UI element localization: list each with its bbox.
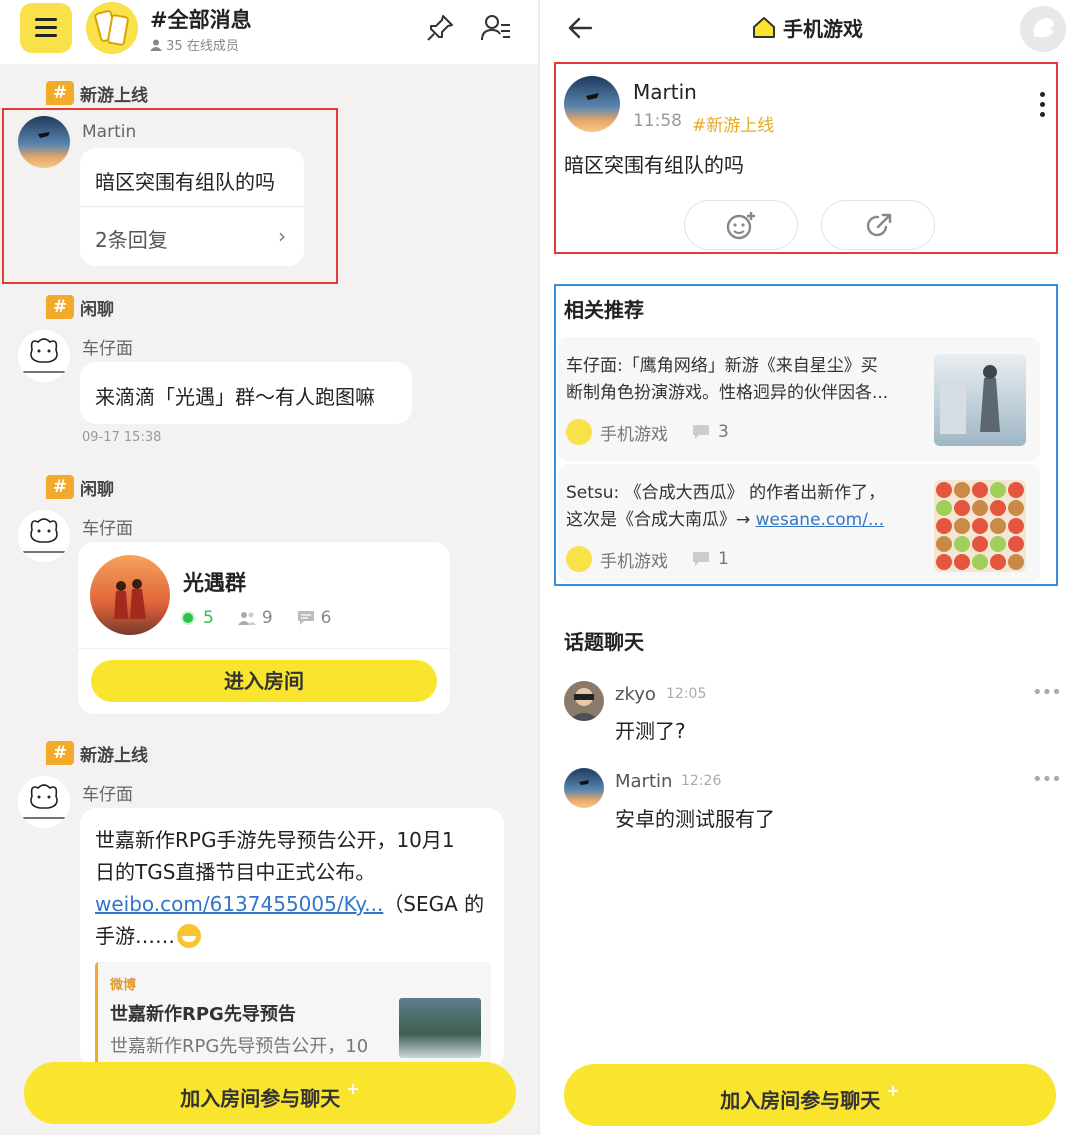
- weibo-link[interactable]: weibo.com/6137455005/Ky...: [95, 892, 383, 916]
- chat-list-pane: #全部消息 35 在线成员 # 新游上线 Martin 暗区突围有组队的吗 2条…: [0, 0, 538, 1135]
- share-icon: [866, 213, 892, 237]
- add-reaction-button[interactable]: [684, 200, 798, 250]
- emoji-add-icon: [726, 212, 755, 240]
- sender-name: 车仔面: [82, 519, 133, 539]
- avatar[interactable]: [564, 768, 604, 808]
- message-bubble[interactable]: 来滴滴「光遇」群～有人跑图嘛: [80, 362, 412, 424]
- post-topic-tag[interactable]: #新游上线: [692, 111, 774, 136]
- hash-icon: #: [46, 741, 74, 765]
- online-count: 35 在线成员: [150, 35, 239, 54]
- menu-button[interactable]: [20, 3, 72, 53]
- comment-icon: [693, 425, 709, 439]
- bird-icon: [1033, 18, 1054, 38]
- page-title: 手机游戏: [783, 17, 863, 41]
- related-item-thumbnail: [934, 480, 1026, 572]
- message-bubble[interactable]: 暗区突围有组队的吗 2条回复 ›: [80, 148, 304, 266]
- topic-tag[interactable]: # 新游上线: [46, 740, 148, 766]
- comment-icon: [693, 552, 709, 566]
- avatar[interactable]: [564, 681, 604, 721]
- sender-name: 车仔面: [82, 785, 133, 805]
- wesane-link[interactable]: wesane.com/...: [756, 510, 885, 530]
- topic-tag[interactable]: # 闲聊: [46, 474, 114, 500]
- room-avatar: [90, 555, 170, 635]
- members-icon[interactable]: [480, 12, 512, 44]
- chat-time: 12:05: [666, 686, 707, 702]
- chat-sender-name: Martin: [615, 771, 673, 792]
- topic-chat-title: 话题聊天: [564, 630, 644, 654]
- message-text: 来滴滴「光遇」群～有人跑图嘛: [95, 385, 375, 409]
- post-author: Martin: [633, 80, 697, 104]
- group-avatar[interactable]: [86, 2, 138, 54]
- chevron-right-icon: ›: [278, 224, 286, 248]
- more-horizontal-icon[interactable]: •••: [1032, 682, 1062, 703]
- quote-title: 世嘉新作RPG先导预告: [110, 1004, 296, 1025]
- related-item[interactable]: Setsu: 《合成大西瓜》 的作者出新作了， 这次是《合成大南瓜》→ wesa…: [558, 464, 1040, 582]
- avatar[interactable]: [18, 510, 70, 562]
- user-icon: [150, 39, 162, 51]
- more-horizontal-icon[interactable]: •••: [1032, 769, 1062, 790]
- hash-icon: #: [46, 81, 74, 105]
- related-item-text: 车仔面:「鹰角网络」新游《来自星尘》买 断制角色扮演游戏。性格迥异的伙伴因各..…: [566, 356, 889, 403]
- replies-link[interactable]: 2条回复 ›: [95, 224, 290, 252]
- join-chat-button[interactable]: 加入房间参与聊天 +: [564, 1064, 1056, 1126]
- sender-name: 车仔面: [82, 339, 133, 359]
- related-item-thumbnail: [934, 354, 1026, 446]
- group-avatar: [566, 419, 592, 445]
- mascot-avatar[interactable]: [1020, 6, 1066, 52]
- avatar[interactable]: [18, 330, 70, 382]
- related-item-meta: 手机游戏 1: [566, 544, 729, 574]
- pumpkin-grid-thumbnail: [934, 480, 1026, 572]
- message-bubble[interactable]: 世嘉新作RPG手游先导预告公开，10月1 日的TGS直播节目中正式公布。 wei…: [80, 808, 504, 1068]
- post-time: 11:58: [633, 111, 682, 131]
- avatar[interactable]: [18, 116, 70, 168]
- topic-tag[interactable]: # 新游上线: [46, 80, 148, 106]
- hash-icon: #: [46, 475, 74, 499]
- enter-room-button[interactable]: 进入房间: [91, 660, 437, 702]
- post-text: 暗区突围有组队的吗: [564, 153, 744, 177]
- group-avatar: [566, 546, 592, 572]
- chat-icon: [297, 611, 314, 625]
- topic-detail-pane: 手机游戏 Martin 11:58 #新游上线 暗区突围有组队的吗 相关推荐 车…: [540, 0, 1080, 1135]
- grin-emoji-icon: [177, 924, 201, 948]
- message-text: 世嘉新作RPG手游先导预告公开，10月1 日的TGS直播节目中正式公布。 wei…: [95, 828, 485, 948]
- avatar[interactable]: [18, 776, 70, 828]
- left-header: #全部消息 35 在线成员: [0, 0, 538, 64]
- related-item[interactable]: 车仔面:「鹰角网络」新游《来自星尘》买 断制角色扮演游戏。性格迥异的伙伴因各..…: [558, 337, 1040, 461]
- chat-text: 开测了?: [615, 719, 686, 743]
- chat-time: 12:26: [681, 773, 722, 789]
- hash-icon: #: [46, 295, 74, 319]
- page-title: #全部消息: [150, 8, 252, 32]
- related-item-text: Setsu: 《合成大西瓜》 的作者出新作了， 这次是《合成大南瓜》→ wesa…: [566, 483, 886, 530]
- topic-tag[interactable]: # 闲聊: [46, 294, 114, 320]
- quote-thumbnail: [399, 998, 481, 1058]
- members-icon: [237, 612, 256, 625]
- quote-desc: 世嘉新作RPG先导预告公开，10: [110, 1036, 369, 1057]
- quote-source: 微博: [110, 978, 137, 993]
- pin-icon[interactable]: [424, 12, 456, 44]
- related-item-meta: 手机游戏 3: [566, 417, 729, 447]
- room-card[interactable]: 光遇群 5 9 6 进入房间: [78, 542, 450, 714]
- room-name: 光遇群: [183, 571, 246, 595]
- home-icon: [753, 17, 775, 38]
- right-header: 手机游戏: [540, 0, 1080, 56]
- message-text: 暗区突围有组队的吗: [95, 170, 275, 194]
- share-button[interactable]: [821, 200, 935, 250]
- related-section-title: 相关推荐: [564, 298, 644, 322]
- sender-name: Martin: [82, 122, 137, 142]
- back-arrow-icon[interactable]: [566, 14, 594, 42]
- message-time: 09-17 15:38: [82, 430, 162, 445]
- quote-card[interactable]: 微博 世嘉新作RPG先导预告 世嘉新作RPG先导预告公开，10: [95, 962, 491, 1068]
- chat-text: 安卓的测试服有了: [615, 807, 775, 831]
- avatar[interactable]: [564, 76, 620, 132]
- chat-sender-name: zkyo: [615, 684, 656, 705]
- join-chat-button[interactable]: 加入房间参与聊天 +: [24, 1062, 516, 1124]
- room-stats: 5 9 6: [183, 606, 331, 630]
- more-vertical-icon[interactable]: [1038, 92, 1046, 118]
- online-dot-icon: [183, 613, 193, 623]
